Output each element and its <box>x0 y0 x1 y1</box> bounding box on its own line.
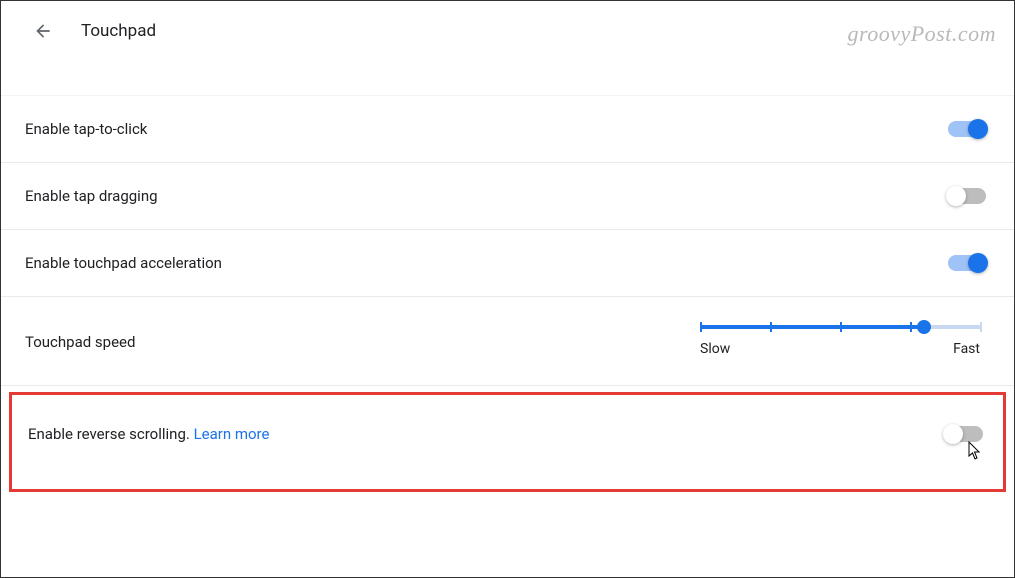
slider-labels: Slow Fast <box>700 341 980 357</box>
reverse-scrolling-text: Enable reverse scrolling. <box>28 425 194 443</box>
toggle-reverse-scrolling[interactable] <box>945 426 983 442</box>
toggle-knob <box>968 253 988 273</box>
toggle-knob <box>968 119 988 139</box>
setting-touchpad-speed: Touchpad speed Slow Fast <box>1 297 1014 386</box>
setting-label: Touchpad speed <box>25 333 135 351</box>
toggle-knob <box>946 186 966 206</box>
slider-knob[interactable] <box>917 320 931 334</box>
setting-tap-dragging: Enable tap dragging <box>1 163 1014 230</box>
toggle-tap-to-click[interactable] <box>948 121 986 137</box>
slider-min-label: Slow <box>700 341 730 357</box>
setting-label: Enable tap-to-click <box>25 120 147 138</box>
page-title: Touchpad <box>81 21 156 41</box>
setting-reverse-scrolling-highlighted: Enable reverse scrolling. Learn more <box>9 392 1006 492</box>
watermark-text: groovyPost.com <box>847 21 996 47</box>
setting-tap-to-click: Enable tap-to-click <box>1 95 1014 163</box>
settings-list: Enable tap-to-click Enable tap dragging … <box>1 95 1014 492</box>
slider-track[interactable] <box>700 325 980 329</box>
cursor-icon <box>967 441 983 461</box>
setting-label: Enable tap dragging <box>25 187 158 205</box>
slider-max-label: Fast <box>953 341 980 357</box>
setting-label: Enable reverse scrolling. Learn more <box>28 425 269 443</box>
slider-container: Slow Fast <box>700 325 980 357</box>
back-arrow-icon[interactable] <box>31 19 55 43</box>
toggle-knob <box>943 424 963 444</box>
setting-touchpad-acceleration: Enable touchpad acceleration <box>1 230 1014 297</box>
setting-label: Enable touchpad acceleration <box>25 254 222 272</box>
learn-more-link[interactable]: Learn more <box>194 425 270 443</box>
toggle-touchpad-acceleration[interactable] <box>948 255 986 271</box>
toggle-tap-dragging[interactable] <box>948 188 986 204</box>
